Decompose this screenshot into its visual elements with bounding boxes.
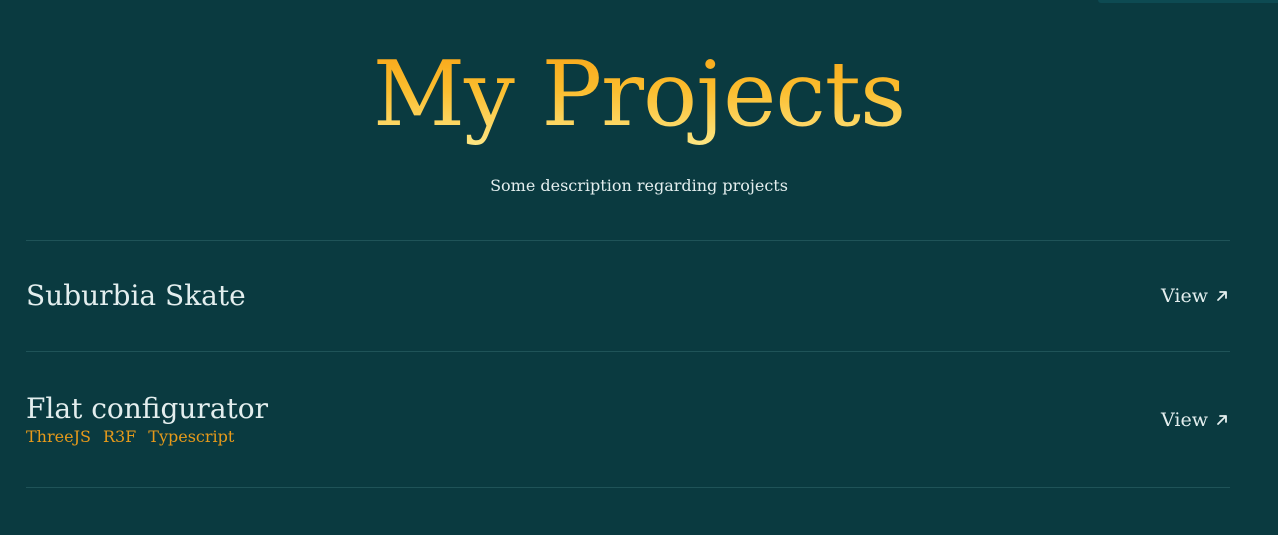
project-row: Flat configurator ThreeJS R3F Typescript…	[26, 352, 1230, 488]
view-project-link[interactable]: View	[1161, 409, 1230, 431]
view-link-label: View	[1161, 285, 1208, 307]
tag-typescript: Typescript	[148, 427, 235, 446]
project-tags: ThreeJS R3F Typescript	[26, 427, 268, 447]
tag-r3f: R3F	[102, 427, 137, 446]
arrow-up-right-icon	[1217, 414, 1227, 425]
page-description: Some description regarding projects	[490, 176, 788, 195]
view-project-link[interactable]: View	[1161, 285, 1230, 307]
project-row: Suburbia Skate View	[26, 241, 1230, 352]
page-title: My Projects	[373, 40, 906, 150]
project-info: Suburbia Skate	[26, 279, 246, 313]
arrow-up-right-icon	[1217, 291, 1227, 301]
project-info: Flat configurator ThreeJS R3F Typescript	[26, 392, 268, 447]
top-edge-element	[1098, 0, 1278, 3]
project-name: Suburbia Skate	[26, 279, 246, 312]
project-list: Suburbia Skate View Flat configurator Th…	[26, 240, 1230, 488]
tag-threejs: ThreeJS	[26, 427, 91, 446]
hero-section: My Projects Some description regarding p…	[0, 0, 1278, 196]
project-name: Flat configurator	[26, 392, 269, 425]
view-link-label: View	[1161, 408, 1208, 431]
